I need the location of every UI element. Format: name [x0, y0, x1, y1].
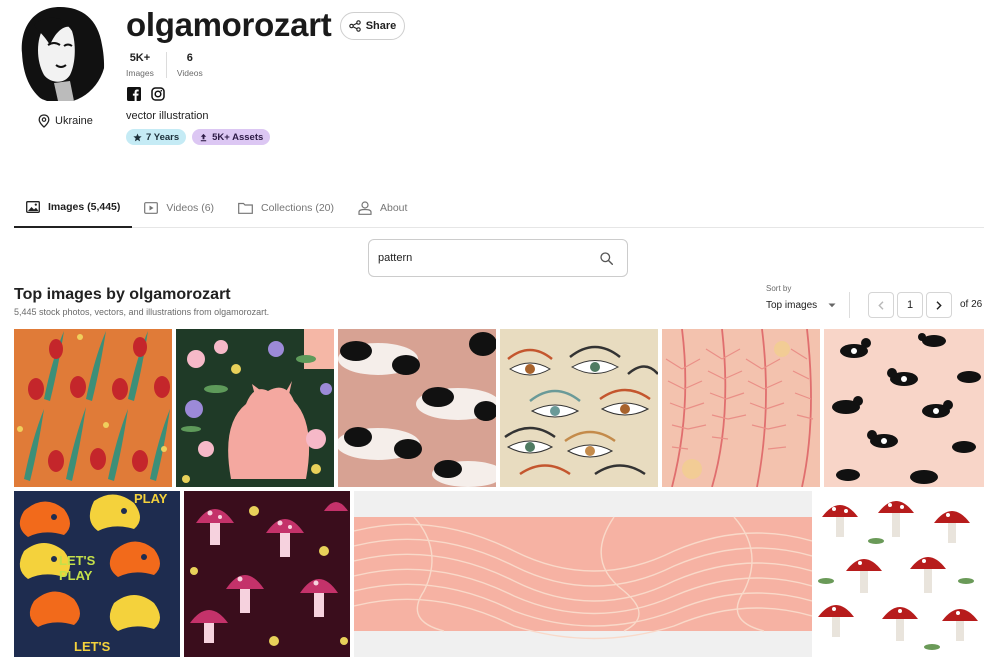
tab-collections-label: Collections (20)	[261, 201, 334, 214]
video-icon	[144, 201, 159, 214]
badge-assets-label: 5K+ Assets	[212, 131, 264, 143]
stat-videos: 6 Videos	[167, 52, 213, 78]
tab-collections[interactable]: Collections (20)	[226, 188, 346, 227]
svg-text:PLAY: PLAY	[134, 491, 168, 506]
profile-stats: 5K+ Images 6 Videos	[126, 52, 213, 78]
content-tabs: Images (5,445) Videos (6) Collections (2…	[14, 188, 984, 228]
image-tile-pink-mushrooms[interactable]	[184, 491, 350, 657]
stat-images: 5K+ Images	[126, 52, 167, 78]
stat-images-value: 5K+	[129, 52, 151, 64]
profile-bio: vector illustration	[126, 110, 209, 122]
location-pin-icon	[38, 114, 50, 128]
instagram-icon[interactable]	[151, 87, 165, 101]
search-input[interactable]	[378, 252, 578, 264]
caret-down-icon	[828, 303, 836, 308]
image-tile-eyes[interactable]	[500, 329, 658, 487]
person-icon	[358, 200, 372, 215]
tab-images[interactable]: Images (5,445)	[14, 188, 133, 228]
facebook-icon[interactable]	[127, 87, 141, 101]
folder-icon	[238, 202, 253, 214]
image-tile-red-amanita[interactable]	[816, 491, 984, 657]
pagination-next-button[interactable]	[926, 292, 952, 318]
share-icon	[348, 20, 361, 32]
image-tile-palm-leaves[interactable]	[662, 329, 820, 487]
portfolio-search	[368, 239, 628, 277]
profile-username: olgamorozart	[126, 6, 332, 43]
results-title: Top images by olgamorozart	[14, 286, 231, 303]
image-tile-pink-cat-flowers[interactable]	[176, 329, 334, 487]
image-tile-peach-waves[interactable]	[354, 491, 812, 657]
pagination-total: of 26	[960, 299, 983, 310]
sort-label: Sort by	[766, 284, 792, 293]
image-tile-white-black-cats[interactable]	[338, 329, 496, 487]
chevron-right-icon	[936, 300, 942, 310]
tab-about[interactable]: About	[346, 188, 419, 227]
chevron-left-icon	[878, 300, 884, 310]
social-links	[127, 87, 165, 101]
profile-avatar	[14, 5, 106, 103]
badge-years-label: 7 Years	[146, 131, 180, 143]
image-tile-tulips[interactable]	[14, 329, 172, 487]
sort-divider	[849, 292, 850, 318]
pagination-page-input[interactable]: 1	[897, 292, 923, 318]
image-icon	[26, 201, 40, 213]
location-text: Ukraine	[55, 115, 93, 127]
results-subtitle: 5,445 stock photos, vectors, and illustr…	[14, 307, 270, 317]
sort-dropdown[interactable]: Top images	[766, 300, 836, 311]
pagination-prev-button[interactable]	[868, 292, 894, 318]
svg-text:LET'S: LET'S	[74, 639, 111, 654]
stat-videos-value: 6	[186, 52, 193, 64]
svg-text:PLAY: PLAY	[59, 568, 93, 583]
upload-icon	[200, 133, 207, 141]
tab-videos[interactable]: Videos (6)	[132, 188, 226, 227]
share-label: Share	[365, 20, 397, 32]
tab-images-label: Images (5,445)	[48, 201, 121, 213]
stat-images-label: Images	[126, 68, 154, 78]
badge-assets: 5K+ Assets	[192, 129, 271, 145]
share-button[interactable]: Share	[340, 12, 405, 40]
stat-videos-label: Videos	[176, 68, 203, 78]
star-icon	[133, 132, 142, 141]
svg-text:LET'S: LET'S	[59, 553, 96, 568]
tab-videos-label: Videos (6)	[166, 201, 215, 214]
sort-value: Top images	[766, 300, 818, 311]
badge-years: 7 Years	[126, 129, 187, 145]
tab-about-label: About	[380, 201, 408, 214]
image-tile-game-controllers[interactable]: PLAY LET'S PLAY LET'S	[14, 491, 180, 657]
image-tile-black-cats-pink[interactable]	[824, 329, 984, 487]
profile-location: Ukraine	[38, 114, 93, 128]
profile-badges: 7 Years 5K+ Assets	[126, 129, 271, 145]
search-icon[interactable]	[600, 251, 613, 265]
